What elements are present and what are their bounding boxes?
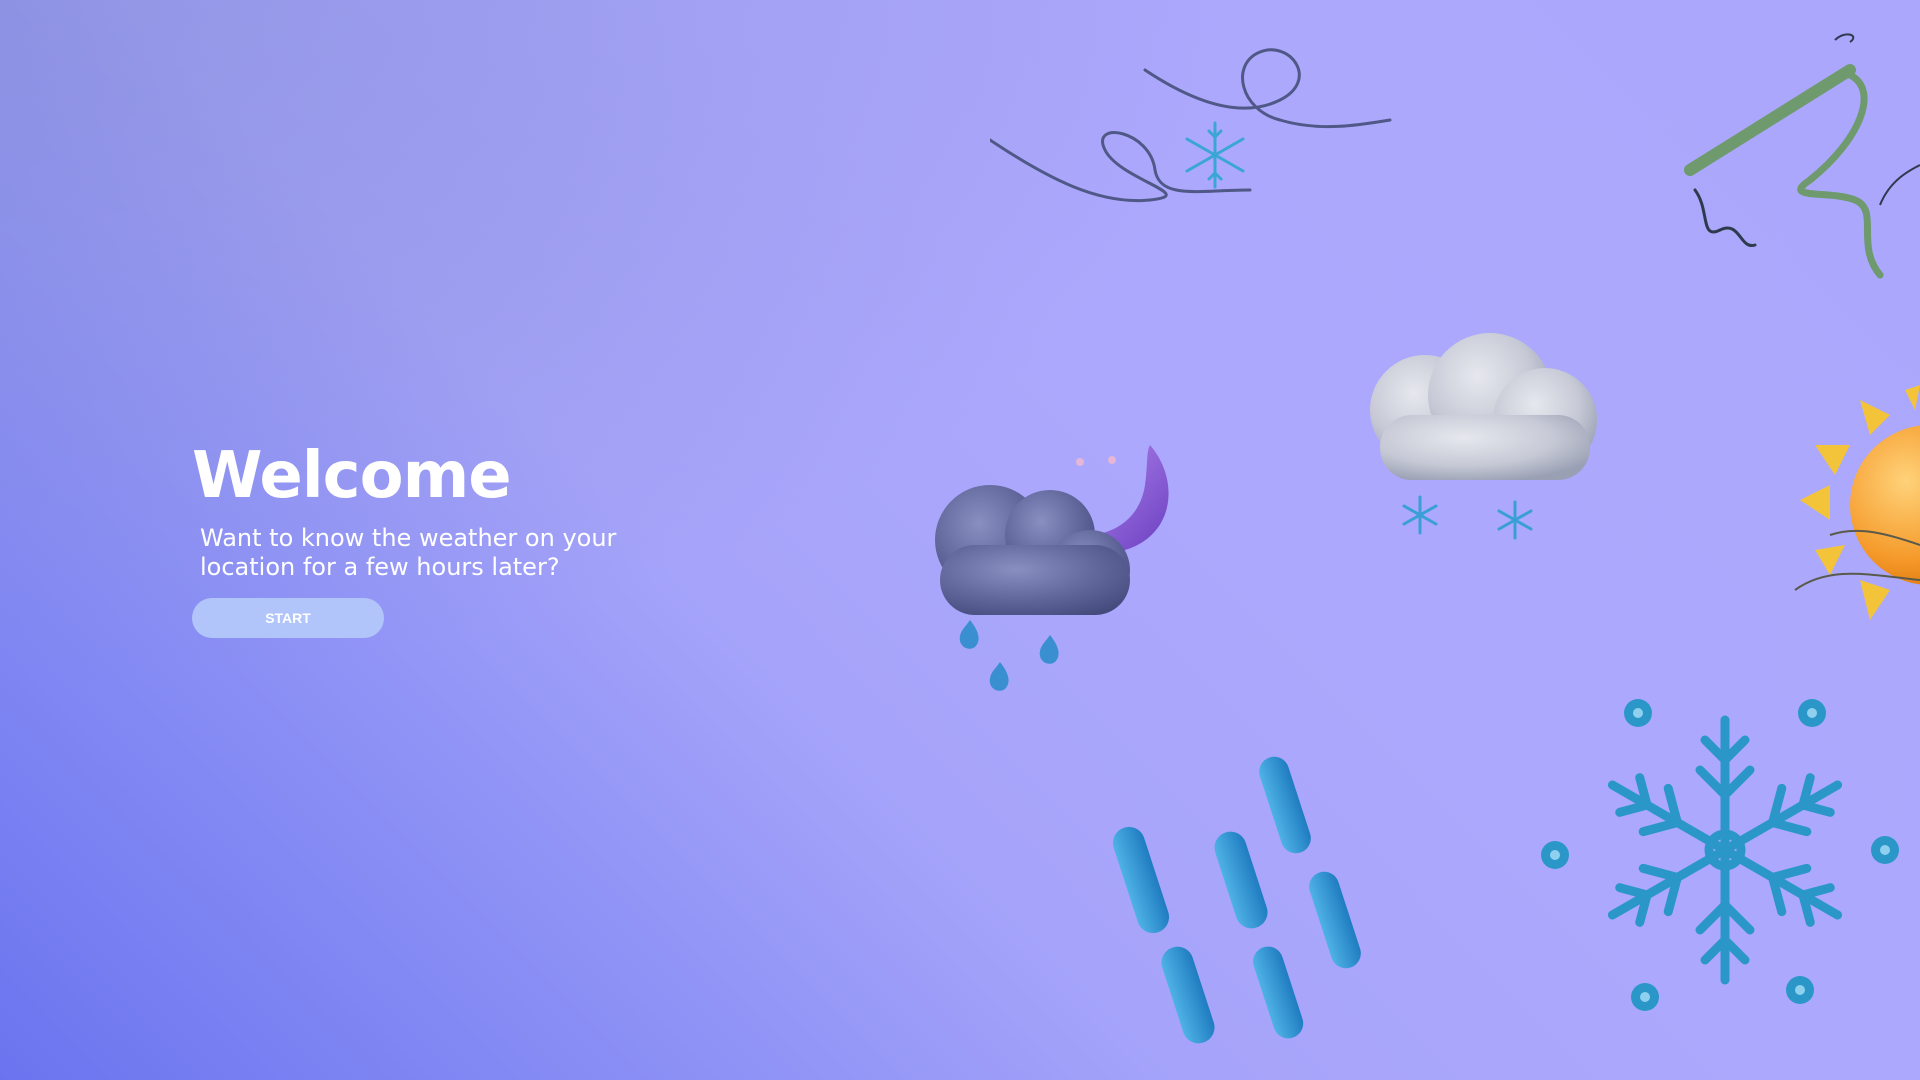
start-button[interactable]: START — [192, 598, 384, 638]
snowflake-icon — [1185, 121, 1245, 189]
rain-drops-icon — [1112, 756, 1361, 1044]
sun-icon — [1794, 385, 1920, 620]
welcome-subtitle: Want to know the weather on your locatio… — [200, 524, 617, 581]
snow-cloud-icon — [1370, 333, 1597, 540]
night-rain-cloud-icon — [935, 445, 1169, 691]
large-snowflake-icon — [1541, 699, 1899, 1011]
welcome-section: Welcome Want to know the weather on your… — [192, 440, 712, 638]
welcome-title: Welcome — [192, 439, 512, 513]
green-wind-icon — [1684, 33, 1920, 279]
